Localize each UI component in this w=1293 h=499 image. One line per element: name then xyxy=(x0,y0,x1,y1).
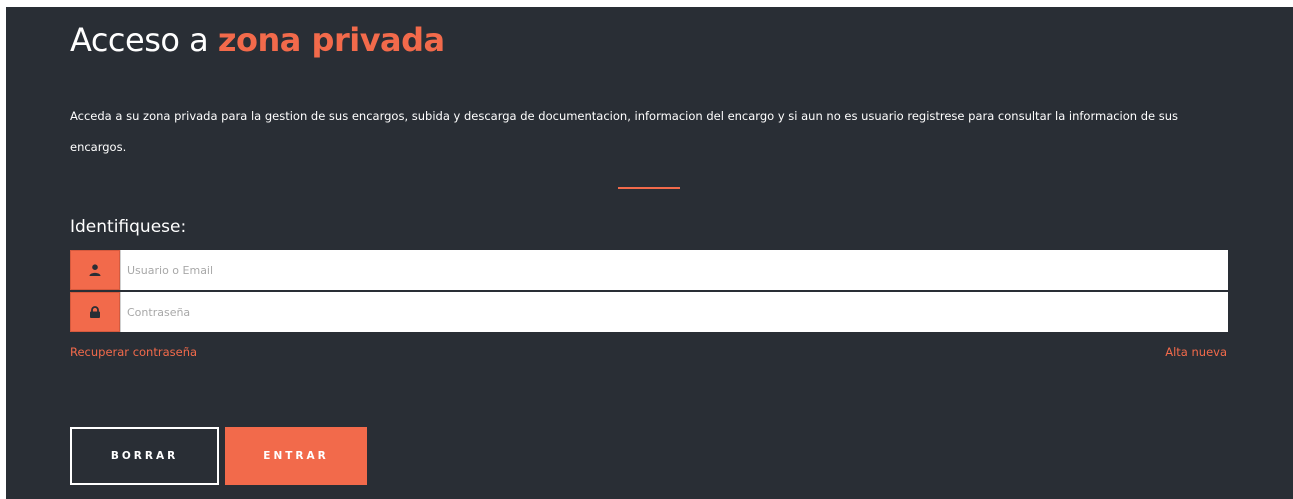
signup-link[interactable]: Alta nueva xyxy=(1165,344,1227,360)
page-title: Acceso a zona privada xyxy=(70,13,445,67)
lock-icon xyxy=(70,292,120,332)
username-input[interactable] xyxy=(120,250,1228,290)
form-label: Identifiquese: xyxy=(70,217,187,237)
password-input[interactable] xyxy=(120,292,1228,332)
username-group xyxy=(70,250,1228,290)
password-group xyxy=(70,292,1228,332)
divider xyxy=(618,187,680,189)
recover-password-link[interactable]: Recuperar contraseña xyxy=(70,344,197,360)
title-accent: zona privada xyxy=(217,21,445,59)
intro-text: Acceda a su zona privada para la gestion… xyxy=(70,109,1179,154)
login-panel: Acceso a zona privada Acceda a su zona p… xyxy=(6,7,1293,499)
title-prefix: Acceso a xyxy=(70,21,209,59)
submit-button[interactable]: ENTRAR xyxy=(225,427,367,485)
user-icon xyxy=(70,250,120,290)
clear-button[interactable]: BORRAR xyxy=(70,427,219,485)
